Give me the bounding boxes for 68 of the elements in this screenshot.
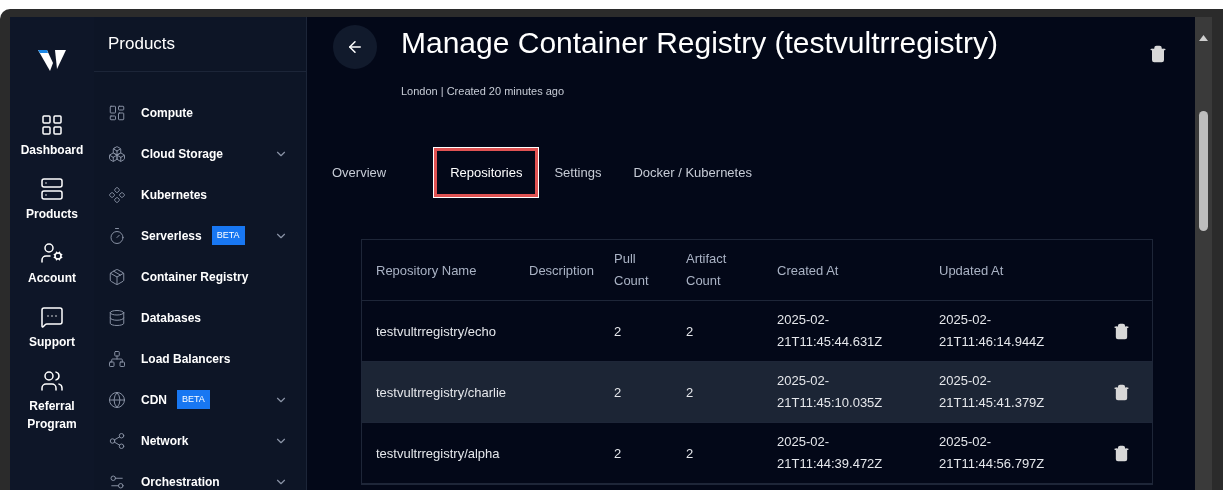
product-link[interactable]: Kubernetes: [141, 185, 208, 204]
table-cell: 2: [614, 446, 622, 461]
nav-label[interactable]: Dashboard: [14, 141, 90, 159]
database-icon: [108, 308, 126, 327]
table-cell: 2: [686, 324, 694, 339]
network-icon: [108, 349, 126, 368]
delete-button[interactable]: [1149, 45, 1167, 63]
column-header: Updated At: [939, 262, 1004, 280]
chat-icon[interactable]: [40, 305, 64, 329]
nav-label[interactable]: Support: [14, 333, 90, 351]
package-icon: [108, 267, 126, 286]
product-link[interactable]: Cloud Storage: [141, 144, 223, 163]
grid-icon: [108, 103, 126, 122]
table-cell-text: 2025-02-21T11:46:14.944Z: [939, 311, 1046, 351]
column-header: Description: [529, 262, 595, 280]
column-header: Repository Name: [376, 262, 477, 280]
table-cell: testvultrregistry/alpha: [376, 446, 500, 461]
delete-button[interactable]: [1113, 322, 1130, 340]
beta-badge: BETA: [177, 389, 210, 410]
delete-button[interactable]: [1113, 444, 1130, 462]
column-header: Created At: [777, 262, 839, 280]
beta-badge: BETA: [211, 225, 245, 246]
column-header: Artifact Count: [686, 250, 728, 290]
globe-icon: [108, 390, 126, 409]
product-link[interactable]: Orchestration: [141, 472, 220, 490]
scrollbar[interactable]: [1195, 17, 1212, 490]
table-row[interactable]: testvultrregistry/charlie 2 2 2025-02-21T11:45:10.035Z 2025-02-21T11:45:41.379Z: [362, 362, 1152, 423]
scroll-thumb[interactable]: [1199, 111, 1208, 231]
tab[interactable]: Settings: [554, 150, 602, 194]
server-icon[interactable]: [40, 177, 64, 201]
product-link[interactable]: Container Registry: [141, 267, 249, 286]
table-cell-text: 2025-02-21T11:45:41.379Z: [939, 372, 1046, 412]
timer-icon: [108, 226, 126, 245]
table-cell-text: 2025-02-21T11:44:39.472Z: [777, 433, 884, 473]
nav-label[interactable]: Products: [14, 205, 90, 223]
tab[interactable]: Overview: [332, 150, 387, 194]
table-cell: 2: [686, 446, 694, 461]
back-button[interactable]: [333, 25, 377, 69]
nav-label[interactable]: Referral Program: [14, 397, 90, 433]
boxes-icon: [108, 144, 126, 163]
table-cell: testvultrregistry/echo: [376, 324, 496, 339]
people-icon[interactable]: [40, 369, 64, 393]
share-icon: [108, 431, 126, 450]
table-cell: 2: [614, 324, 622, 339]
dashboard-icon[interactable]: [40, 113, 64, 137]
delete-button[interactable]: [1113, 383, 1130, 401]
product-link[interactable]: CDN: [141, 390, 167, 409]
table-cell: 2: [614, 385, 622, 400]
tab[interactable]: Docker / Kubernetes: [633, 150, 752, 194]
product-link[interactable]: Network: [141, 431, 189, 450]
table-cell: testvultrregistry/charlie: [376, 385, 507, 400]
product-link[interactable]: Serverless: [141, 226, 202, 245]
scroll-up-icon[interactable]: [1199, 35, 1208, 41]
page-title: Manage Container Registry (testvultrregistry): [401, 25, 998, 61]
page-subtitle: London | Created 20 minutes ago: [401, 84, 566, 99]
table-cell-text: 2025-02-21T11:45:10.035Z: [777, 372, 884, 412]
table-cell: 2: [686, 385, 694, 400]
panel-title: Products: [108, 33, 176, 56]
table-cell-text: 2025-02-21T11:44:56.797Z: [939, 433, 1046, 473]
user-icon[interactable]: [40, 241, 64, 265]
component-icon: [108, 185, 126, 204]
product-link[interactable]: Load Balancers: [141, 349, 231, 368]
nav-label[interactable]: Account: [14, 269, 90, 287]
product-link[interactable]: Databases: [141, 308, 202, 327]
table-cell-text: 2025-02-21T11:45:44.631Z: [777, 311, 884, 351]
column-header: Pull Count: [614, 250, 650, 290]
tab[interactable]: Repositories: [434, 147, 539, 197]
product-link[interactable]: Compute: [141, 103, 193, 122]
